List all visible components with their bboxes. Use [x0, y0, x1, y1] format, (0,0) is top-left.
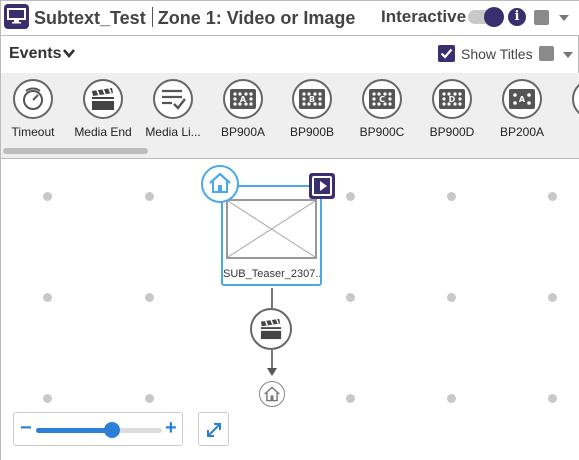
zone-header: Subtext_Test Zone 1: Video or Image Inter…: [1, 1, 579, 35]
media-list-icon: [153, 79, 193, 119]
palette-item-label: BP200A: [499, 125, 545, 139]
flow-canvas[interactable]: SUB_Teaser_2307... − +: [1, 159, 579, 460]
home-state-icon: [201, 165, 239, 203]
interactive-label: Interactive: [381, 7, 467, 26]
zoom-slider[interactable]: [36, 428, 162, 433]
chevron-down-icon[interactable]: [559, 15, 569, 21]
palette-item-bp900c[interactable]: C BP900C: [347, 79, 417, 139]
clapperboard-icon: [83, 79, 123, 119]
media-end-event-node[interactable]: [250, 308, 292, 350]
grid-dot: [145, 192, 154, 201]
grid-dot: [43, 192, 52, 201]
grid-dot: [548, 394, 557, 403]
media-state-node[interactable]: SUB_Teaser_2307...: [221, 185, 322, 286]
button-panel-icon: B: [292, 79, 332, 119]
show-titles-checkbox[interactable]: [438, 45, 455, 62]
palette-scrollbar[interactable]: [3, 148, 148, 154]
chevron-down-icon[interactable]: [62, 47, 76, 59]
button-panel-icon: A: [502, 79, 542, 119]
events-dropdown[interactable]: Events: [9, 45, 61, 63]
grid-dot: [346, 394, 355, 403]
palette-item-bp900b[interactable]: B BP900B: [277, 79, 347, 139]
grid-dot: [447, 293, 456, 302]
palette-item-bp900a[interactable]: A BP900A: [208, 79, 278, 139]
app-window: Subtext_Test Zone 1: Video or Image Inter…: [0, 0, 579, 460]
svg-text:C: C: [379, 95, 385, 104]
grid-dot: [548, 192, 557, 201]
checkmark-icon: [440, 48, 453, 59]
palette-item-label: Media End: [74, 125, 132, 139]
grid-dot: [145, 293, 154, 302]
palette-item-label: BP900B: [289, 125, 335, 139]
arrow-down-icon: [267, 368, 277, 376]
presentation-name: Subtext_Test: [34, 8, 146, 28]
grid-dot: [346, 192, 355, 201]
home-target-icon[interactable]: [259, 381, 285, 407]
show-titles-label: Show Titles: [461, 46, 533, 62]
zoom-slider-fill: [36, 428, 112, 433]
button-panel-icon: A: [223, 79, 263, 119]
palette-item-label: BP900D: [429, 125, 475, 139]
image-placeholder-icon: [226, 199, 317, 259]
zoom-in-button[interactable]: +: [165, 418, 177, 438]
palette-item-bp200a[interactable]: A BP200A: [487, 79, 557, 139]
grid-dot: [43, 394, 52, 403]
event-palette: Timeout Media End Media Li... A BP900A B…: [1, 73, 579, 158]
fit-to-screen-button[interactable]: [198, 412, 229, 446]
svg-text:A: A: [519, 95, 526, 104]
monitor-icon: [4, 4, 29, 29]
toggle-knob: [484, 7, 504, 27]
expand-icon: [207, 423, 221, 437]
transition-line: [271, 350, 273, 368]
media-node-title: SUB_Teaser_2307...: [223, 268, 320, 280]
page-title: Subtext_Test Zone 1: Video or Image: [34, 7, 355, 29]
grid-dot: [447, 394, 456, 403]
palette-item-label: BP900C: [359, 125, 405, 139]
grid-dot: [548, 293, 557, 302]
zone-name: Zone 1: Video or Image: [157, 8, 356, 28]
button-panel-icon: C: [362, 79, 402, 119]
button-panel-icon: [572, 79, 579, 119]
zoom-slider-handle[interactable]: [103, 422, 120, 438]
palette-item-bp900d[interactable]: D BP900D: [417, 79, 487, 139]
zoom-out-button[interactable]: −: [20, 418, 32, 438]
chevron-down-icon[interactable]: [563, 52, 573, 58]
transition-line: [271, 288, 273, 308]
clapperboard-icon: [260, 318, 282, 340]
palette-item-label: Timeout: [11, 125, 55, 139]
play-icon[interactable]: [309, 173, 335, 199]
grid-dot: [447, 192, 456, 201]
grid-dot: [346, 293, 355, 302]
svg-text:A: A: [240, 95, 247, 104]
grid-dot: [43, 293, 52, 302]
button-panel-icon: D: [432, 79, 472, 119]
color-swatch-icon[interactable]: [539, 46, 554, 61]
palette-item-partial[interactable]: B: [557, 79, 579, 139]
info-icon[interactable]: i: [508, 8, 526, 26]
grid-dot: [145, 394, 154, 403]
palette-item-label: BP900A: [220, 125, 266, 139]
palette-item-label: B: [557, 125, 579, 139]
palette-item-label: Media Li...: [145, 125, 201, 139]
palette-item-timeout[interactable]: Timeout: [1, 79, 68, 139]
timeout-icon: [13, 79, 53, 119]
palette-item-media-end[interactable]: Media End: [68, 79, 138, 139]
interactive-toggle[interactable]: [468, 7, 504, 27]
divider: [1, 35, 579, 36]
svg-text:D: D: [449, 95, 456, 104]
color-swatch-icon[interactable]: [534, 10, 549, 25]
palette-item-media-list[interactable]: Media Li...: [138, 79, 208, 139]
zoom-control: − +: [13, 412, 183, 446]
svg-text:B: B: [309, 95, 315, 104]
